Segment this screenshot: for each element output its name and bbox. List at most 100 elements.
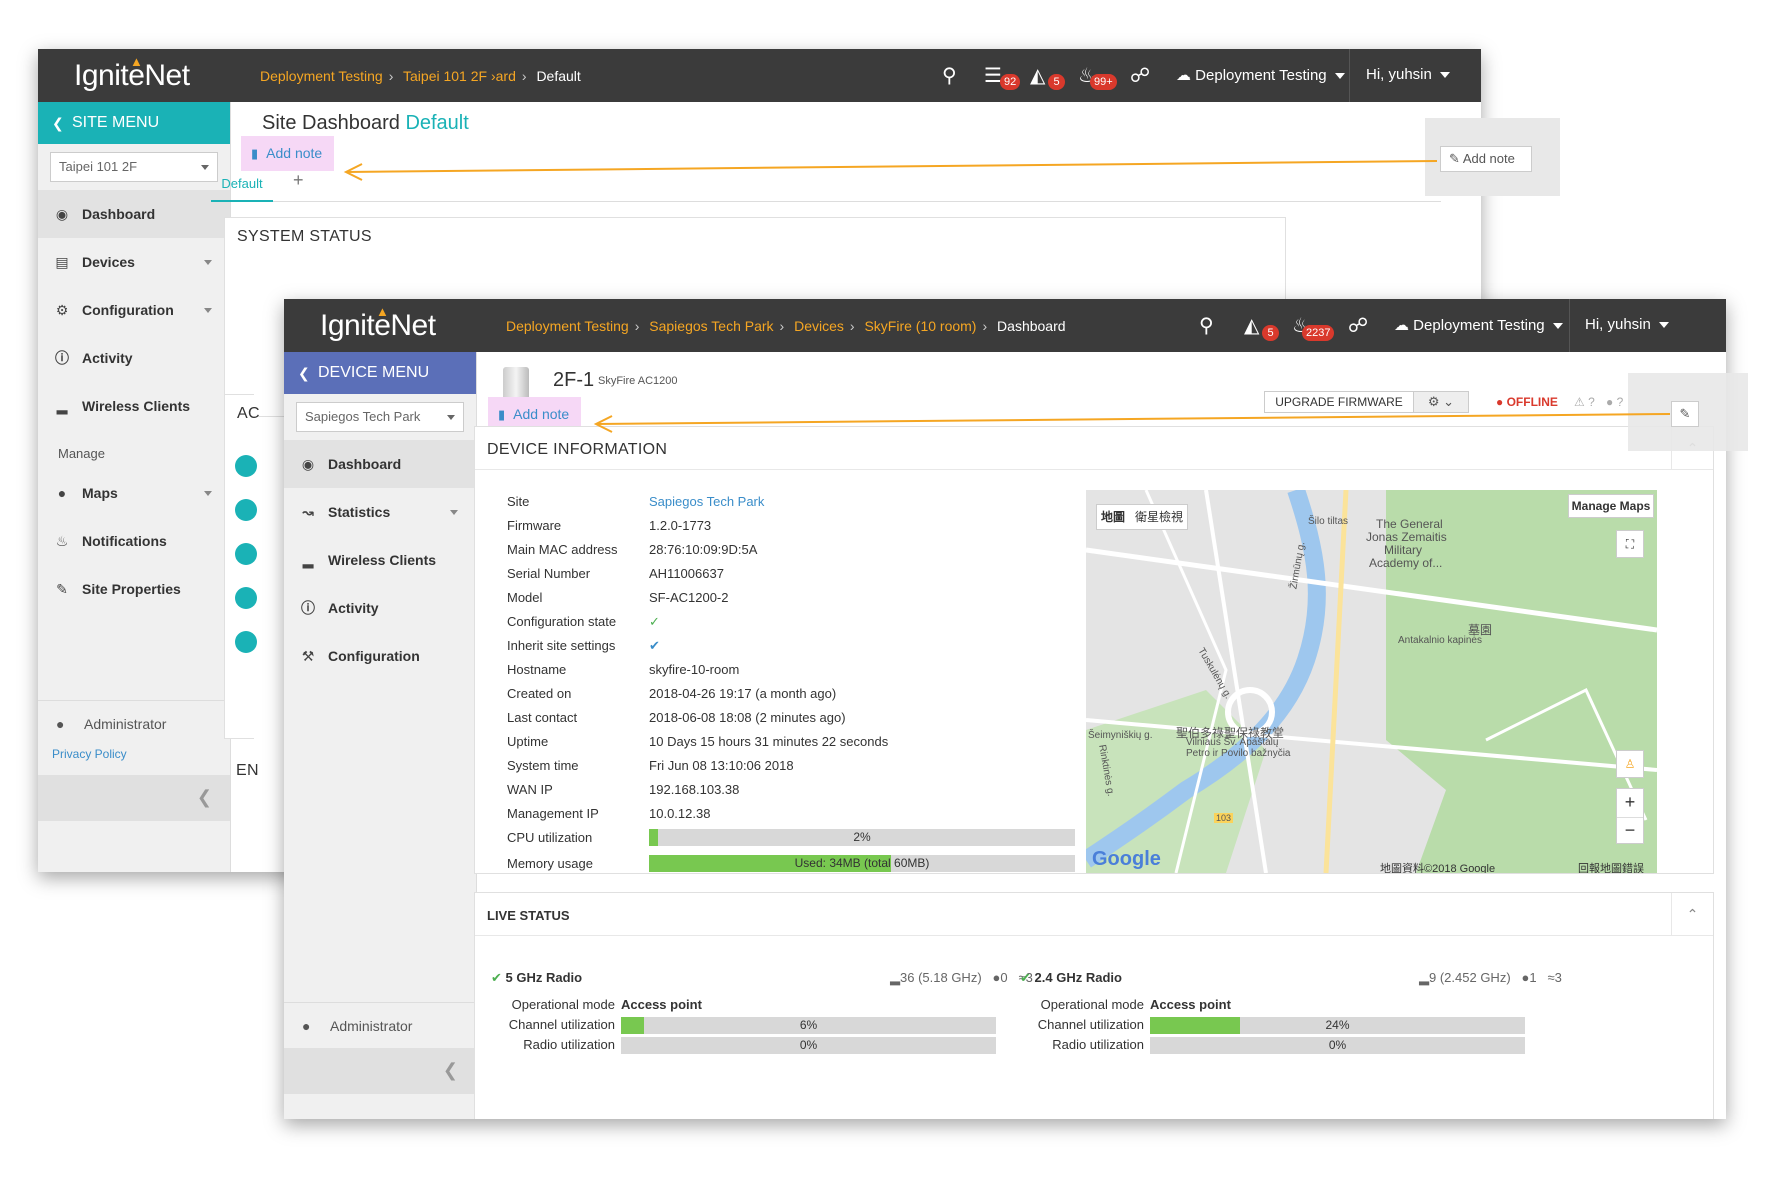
bell-badge: 2237 — [1302, 325, 1335, 341]
nav-site-properties[interactable]: ✎ Site Properties — [38, 565, 230, 613]
list-badge: 92 — [1000, 74, 1021, 90]
breadcrumb-current: Default — [536, 68, 581, 84]
tab-default[interactable]: Default — [211, 174, 273, 202]
breadcrumb-link[interactable]: SkyFire (10 room) — [864, 318, 976, 334]
street-view-icon[interactable]: ♙ — [1616, 750, 1644, 778]
live-status-panel: LIVE STATUS ⌃ ✔ 5 GHz Radio ▂36 (5.18 GH… — [474, 892, 1714, 1119]
add-note-button[interactable]: ✎ Add note — [1440, 146, 1532, 172]
user-icon: ● — [56, 716, 65, 732]
user-menu[interactable]: Hi, yuhsin — [1366, 66, 1450, 83]
headset-icon[interactable]: ☍ — [1348, 313, 1368, 338]
site-select[interactable]: Sapiegos Tech Park — [296, 402, 464, 432]
status-badge: ● OFFLINE — [1496, 395, 1558, 409]
warning-count: ⚠ ? — [1574, 395, 1595, 409]
signal-icon: ▂ — [1419, 970, 1429, 985]
user-menu[interactable]: Hi, yuhsin — [1585, 316, 1669, 333]
site-menu-header[interactable]: ❮ SITE MENU — [38, 102, 230, 144]
inbox-icon[interactable]: ◭ — [1244, 313, 1259, 338]
nav-statistics[interactable]: ↝ Statistics — [284, 488, 476, 536]
administrator-label: ● Administrator — [38, 701, 230, 747]
inbox-icon[interactable]: ◭ — [1030, 63, 1045, 88]
breadcrumb-link[interactable]: Deployment Testing — [260, 68, 383, 84]
top-navbar: IgniteNet ▲ Deployment Testing › Taipei 10… — [38, 49, 1481, 102]
nav-configuration[interactable]: ⚙ Configuration — [38, 286, 230, 334]
user-count: ● ? — [1606, 395, 1624, 409]
search-icon[interactable]: ⚲ — [942, 63, 957, 88]
map-type-tabs[interactable]: 地圖 衛星檢視 — [1096, 504, 1188, 530]
radio-24ghz-title: ✔ 2.4 GHz Radio — [1020, 970, 1122, 985]
chevron-left-icon: ❮ — [442, 1060, 458, 1080]
nav-wireless-clients[interactable]: ▂ Wireless Clients — [284, 536, 476, 584]
gear-dropdown-button[interactable]: ⚙ ⌄ — [1413, 391, 1469, 413]
google-logo: Google — [1092, 848, 1161, 870]
breadcrumb: Deployment Testing › Taipei 101 2F ›ard › … — [260, 68, 581, 84]
system-status-title: SYSTEM STATUS — [237, 228, 372, 245]
note-icon: ✎ — [1449, 151, 1460, 166]
breadcrumb-link[interactable]: Sapiegos Tech Park — [649, 318, 773, 334]
privacy-policy-link[interactable]: Privacy Policy — [38, 747, 230, 761]
signal-icon: ▂ — [302, 552, 314, 568]
breadcrumb-link[interactable]: ›ard — [491, 68, 516, 84]
search-icon[interactable]: ⚲ — [1199, 313, 1214, 338]
breadcrumb: Deployment Testing › Sapiegos Tech Park › … — [506, 318, 1066, 334]
nav-wireless-clients[interactable]: ▂ Wireless Clients — [38, 382, 230, 430]
administrator-label: ● Administrator — [284, 1003, 476, 1049]
breadcrumb-link[interactable]: Taipei 101 2F — [403, 68, 487, 84]
nav-configuration[interactable]: ⚒ Configuration — [284, 632, 476, 680]
upgrade-firmware-button[interactable]: UPGRADE FIRMWARE — [1264, 391, 1414, 413]
note-icon: ▮ — [498, 407, 506, 422]
list-icon[interactable]: ☰ — [984, 63, 1002, 88]
dashboard-tabs: Default + — [211, 170, 1441, 202]
collapse-sidebar-button[interactable]: ❮ — [38, 775, 230, 821]
checkmark-icon: ✔ — [491, 970, 502, 985]
add-tab-button[interactable]: + — [293, 170, 304, 191]
radio-24ghz-channel-bar: 24% — [1150, 1017, 1525, 1034]
device-menu-header[interactable]: ❮ DEVICE MENU — [284, 352, 476, 394]
org-dropdown[interactable]: ☁ Deployment Testing — [1394, 316, 1563, 334]
signal-icon: ▂ — [56, 398, 68, 414]
tab-map[interactable]: 地圖 — [1101, 510, 1125, 524]
nav-notifications[interactable]: ♨ Notifications — [38, 517, 230, 565]
checkmark-icon: ✔ — [1020, 970, 1031, 985]
map-pin-icon: ● — [57, 485, 67, 501]
site-select[interactable]: Taipei 101 2F — [50, 152, 218, 182]
nav-devices[interactable]: ▤ Devices — [38, 238, 230, 286]
dashboard-icon: ◉ — [301, 456, 315, 472]
radio-5ghz-channel-bar: 6% — [621, 1017, 996, 1034]
nav-maps[interactable]: ● Maps — [38, 469, 230, 517]
note-button[interactable]: ✎ — [1671, 401, 1699, 427]
add-note-link[interactable]: ▮ Add note — [241, 136, 335, 171]
breadcrumb-link[interactable]: Deployment Testing — [506, 318, 629, 334]
fullscreen-icon[interactable]: ⛶ — [1616, 530, 1644, 558]
chevron-left-icon: ❮ — [196, 787, 212, 807]
inbox-badge: 5 — [1262, 325, 1279, 341]
zoom-out-button[interactable]: − — [1617, 817, 1643, 845]
ignitenet-logo[interactable]: IgniteNet ▲ — [320, 304, 436, 343]
device-map[interactable]: 地圖 衛星檢視 Manage Maps ⛶ The General Jonas … — [1086, 490, 1657, 873]
collapse-sidebar-button[interactable]: ❮ — [284, 1048, 476, 1094]
report-map-error-link[interactable]: 回報地圖錯誤 — [1578, 860, 1644, 873]
collapse-panel-button[interactable]: ⌃ — [1671, 893, 1713, 936]
site-link[interactable]: Sapiegos Tech Park — [649, 490, 764, 514]
breadcrumb-link[interactable]: Devices — [794, 318, 844, 334]
info-icon: ⓘ — [55, 350, 69, 366]
edit-icon: ✎ — [56, 581, 68, 597]
note-icon: ▮ — [251, 146, 259, 161]
device-menu-sidebar: ❮ DEVICE MENU Sapiegos Tech Park ◉ Dashboa… — [284, 352, 477, 1119]
user-icon: ● — [302, 1018, 311, 1034]
zoom-controls: + − — [1616, 788, 1644, 844]
radio-5ghz-radio-bar: 0% — [621, 1037, 996, 1054]
ignitenet-logo[interactable]: IgniteNet ▲ — [74, 54, 190, 93]
tab-satellite[interactable]: 衛星檢視 — [1135, 510, 1183, 524]
nav-activity[interactable]: ⓘ Activity — [284, 584, 476, 632]
headset-icon[interactable]: ☍ — [1130, 63, 1150, 88]
org-dropdown[interactable]: ☁ Deployment Testing — [1176, 66, 1345, 84]
zoom-in-button[interactable]: + — [1617, 789, 1643, 817]
gear-icon: ⚙ — [1427, 394, 1440, 409]
nav-dashboard[interactable]: ◉ Dashboard — [38, 190, 230, 238]
bell-badge: 99+ — [1090, 74, 1117, 90]
nav-activity[interactable]: ⓘ Activity — [38, 334, 230, 382]
device-information-title: DEVICE INFORMATION — [487, 441, 668, 458]
manage-maps-button[interactable]: Manage Maps — [1568, 494, 1654, 518]
nav-dashboard[interactable]: ◉ Dashboard — [284, 440, 476, 488]
